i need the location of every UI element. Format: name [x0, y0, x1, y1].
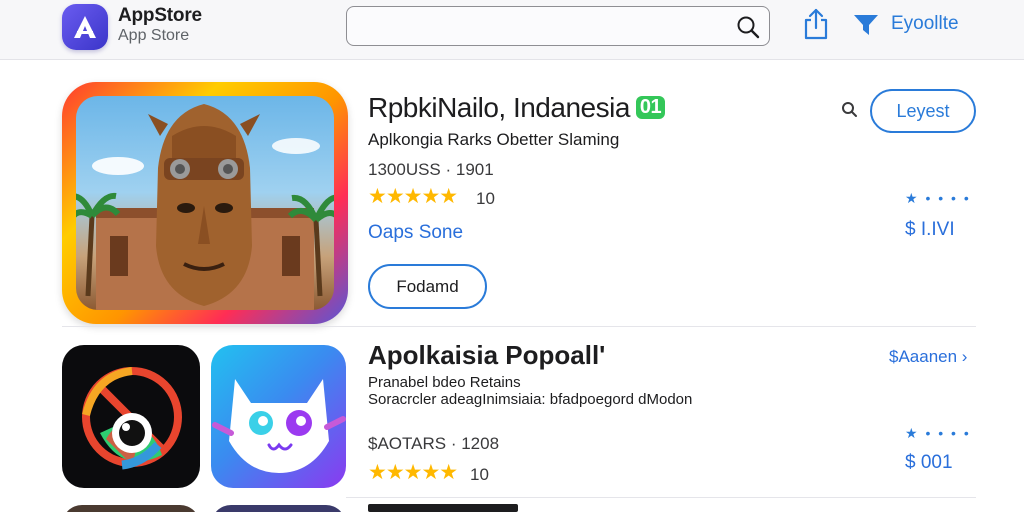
featured-star-rating: ★★★★★: [368, 185, 458, 208]
section-divider: [62, 326, 976, 327]
featured-action-button[interactable]: Fodamd: [368, 264, 487, 309]
popular-rating-count: 10: [470, 465, 489, 484]
header-link[interactable]: Eyoollte: [891, 13, 959, 35]
next-app-icon-1[interactable]: [62, 505, 200, 512]
search-field[interactable]: [346, 6, 770, 46]
featured-rating-count: 10: [476, 189, 495, 208]
popular-star-rating: ★★★★★: [368, 461, 458, 484]
popular-description-line-1: Pranabel bdeo Retains: [368, 374, 521, 391]
see-all-link[interactable]: $Aaanen ›: [889, 347, 967, 367]
featured-app-icon[interactable]: [62, 82, 348, 324]
section-divider-2: [346, 497, 976, 498]
popular-app-icon-1[interactable]: [62, 345, 200, 488]
popular-price[interactable]: $ 001: [905, 452, 953, 474]
filter-icon[interactable]: [852, 11, 880, 37]
popular-app-meta: $AOTARS · 1208: [368, 434, 500, 453]
next-app-title-partial: [368, 504, 518, 512]
featured-get-button[interactable]: Leyest: [870, 89, 976, 133]
top-bar: AppStore App Store Eyoollte: [0, 0, 1024, 60]
next-app-icon-2[interactable]: [211, 505, 346, 512]
featured-app-badge: 01: [635, 96, 666, 119]
popular-section-title: Apolkaisia Popoall': [368, 340, 606, 370]
brand-subtitle: App Store: [118, 27, 190, 44]
featured-app-title[interactable]: RpbkiNailo, Indanesia 01: [368, 92, 666, 124]
popular-page-dots: ★ • • • •: [905, 425, 971, 441]
popular-app-icon-2[interactable]: [211, 345, 346, 488]
search-input[interactable]: [347, 7, 727, 45]
featured-app-subtitle: Aplkongia Rarks Obetter Slaming: [368, 130, 620, 149]
featured-app-title-text[interactable]: RpbkiNailo, Indanesia: [368, 92, 630, 123]
brand-title: AppStore: [118, 5, 202, 26]
featured-price[interactable]: $ I.IVI: [905, 219, 955, 241]
search-icon[interactable]: [735, 14, 761, 45]
featured-page-dots: ★ • • • •: [905, 190, 971, 206]
app-store-logo-icon[interactable]: [62, 4, 108, 50]
search-icon-small[interactable]: [840, 100, 860, 125]
share-icon[interactable]: [802, 7, 830, 41]
popular-description-line-2: Soracrcler adeagInimsiaia: bfadpoegord d…: [368, 391, 693, 408]
featured-developer-link[interactable]: Oaps Sone: [368, 222, 463, 244]
featured-app-meta: 1300USS · 1901: [368, 160, 494, 179]
featured-app-artwork: [76, 96, 334, 310]
